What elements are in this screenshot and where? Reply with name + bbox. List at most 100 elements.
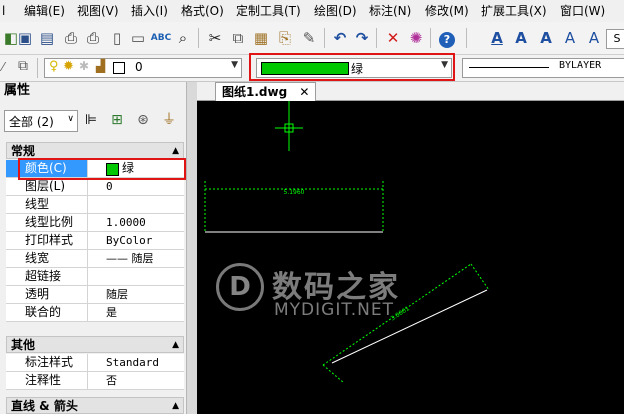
dimension-horizontal[interactable]: 5.1960: [204, 181, 384, 233]
paste-icon[interactable]: ▦: [250, 27, 272, 49]
menu-custom-tools[interactable]: 定制工具(T): [236, 0, 301, 22]
menu-draw[interactable]: 绘图(D): [314, 0, 357, 22]
text-find-icon[interactable]: A: [583, 27, 605, 49]
spellcheck-icon[interactable]: ABC: [150, 27, 172, 49]
lock-icon: ▟: [96, 59, 106, 73]
palette-title-bar[interactable]: [186, 82, 197, 414]
text-check-icon[interactable]: A: [559, 27, 581, 49]
toolbar-separator: [466, 28, 467, 48]
property-row-layer[interactable]: 图层(L) 0: [6, 178, 184, 196]
layer-name: 0: [135, 60, 143, 74]
section-other[interactable]: 其他 ▲: [6, 336, 184, 353]
tab-drawing1[interactable]: 图纸1.dwg ✕: [215, 82, 317, 101]
watermark-logo: D: [216, 263, 264, 311]
property-value: 0: [106, 180, 113, 193]
menu-dimension[interactable]: 标注(N): [369, 0, 411, 22]
property-key: 超链接: [6, 268, 88, 285]
menu-insert[interactable]: 插入(I): [131, 0, 168, 22]
erase-icon[interactable]: ✺: [405, 27, 427, 49]
property-row-plot-style[interactable]: 打印样式 ByColor: [6, 232, 184, 250]
property-key: 线宽: [6, 250, 88, 267]
section-lines-arrows-label: 直线 & 箭头: [11, 399, 78, 413]
toolbar-separator: [324, 28, 325, 48]
drawing-tab-strip: 图纸1.dwg ✕: [197, 82, 624, 101]
property-key: 线型比例: [6, 214, 88, 231]
text-edit-icon[interactable]: A: [535, 27, 557, 49]
quick-select-icon[interactable]: ⊛: [133, 110, 153, 130]
extension-line: [470, 263, 490, 291]
menu-format[interactable]: 格式(O): [181, 0, 224, 22]
extension-line: [322, 364, 345, 384]
selection-dropdown[interactable]: 全部 (2) ∨: [4, 110, 78, 132]
menu-window[interactable]: 窗口(W): [560, 0, 605, 22]
menu-overflow-left[interactable]: l: [2, 0, 14, 22]
menu-modify[interactable]: 修改(M): [425, 0, 469, 22]
property-row-transparency[interactable]: 透明 随层: [6, 286, 184, 304]
menu-edit[interactable]: 编辑(E): [24, 0, 65, 22]
cut-icon[interactable]: ✂: [204, 27, 226, 49]
text-icon[interactable]: A: [510, 27, 532, 49]
chevron-down-icon: ∨: [67, 114, 74, 124]
property-key: 标注样式: [6, 354, 88, 371]
property-row-hyperlink[interactable]: 超链接: [6, 268, 184, 286]
toggle-pickadd-icon[interactable]: ⊫: [81, 110, 101, 130]
properties-palette: 属性 全部 (2) ∨ ⊫ ⊞ ⊛ ⏚ 常规 ▲ 颜色(C) 绿 图层(L) 0…: [0, 82, 197, 414]
print-preview-icon[interactable]: ⎙: [82, 27, 104, 49]
menu-bar: l 编辑(E) 视图(V) 插入(I) 格式(O) 定制工具(T) 绘图(D) …: [0, 0, 624, 23]
section-other-label: 其他: [11, 338, 36, 352]
publish-icon[interactable]: ▭: [127, 27, 149, 49]
property-key: 透明: [6, 286, 88, 303]
toolbar-separator: [430, 28, 431, 48]
layer-properties-icon[interactable]: ⧉: [18, 58, 28, 74]
drawing-svg: 5.1960 3.0001: [204, 101, 490, 384]
watermark-en: MYDIGIT.NET: [274, 300, 394, 320]
find-icon[interactable]: ⌕: [172, 27, 194, 49]
property-row-linetype-scale[interactable]: 线型比例 1.0000: [6, 214, 184, 232]
section-general[interactable]: 常规 ▲: [6, 142, 184, 159]
print-icon[interactable]: ⎙: [60, 27, 82, 49]
toolbar-overflow-dropdown[interactable]: S: [606, 29, 624, 49]
menu-view[interactable]: 视图(V): [77, 0, 119, 22]
property-row-associative[interactable]: 联合的 是: [6, 304, 184, 322]
property-key: 联合的: [6, 304, 88, 321]
bulb-icon: ♀: [49, 59, 59, 74]
layer-color-swatch: [113, 62, 125, 74]
palette-title: 属性: [4, 83, 31, 98]
property-key: 注释性: [6, 372, 88, 389]
close-icon[interactable]: ✕: [299, 85, 309, 99]
layer-dropdown[interactable]: ♀ ✹ ✱ ▟ 0 ▼: [44, 58, 242, 78]
delete-icon[interactable]: ✕: [382, 27, 404, 49]
toolbar-separator: [376, 28, 377, 48]
property-value: 否: [106, 374, 117, 387]
text-style-icon[interactable]: A: [486, 27, 508, 49]
toolbar-separator: [37, 58, 38, 78]
drawing-canvas[interactable]: 5.1960 3.0001: [197, 101, 624, 414]
chevron-down-icon: ▼: [231, 60, 238, 70]
select-objects-icon[interactable]: ⊞: [107, 110, 127, 130]
property-value: 是: [106, 306, 117, 319]
collapse-icon: ▲: [172, 340, 179, 350]
property-row-annotative[interactable]: 注释性 否: [6, 372, 184, 390]
save-icon[interactable]: ▣: [14, 27, 36, 49]
property-key: 打印样式: [6, 232, 88, 249]
linetype-sample: [469, 67, 549, 68]
property-row-dim-style[interactable]: 标注样式 Standard: [6, 354, 184, 372]
preview-icon[interactable]: ▯: [106, 27, 128, 49]
help-icon[interactable]: ?: [436, 27, 458, 49]
linetype-name: BYLAYER: [559, 60, 602, 71]
property-row-linetype[interactable]: 线型: [6, 196, 184, 214]
property-row-lineweight[interactable]: 线宽 —— 随层: [6, 250, 184, 268]
filter-icon[interactable]: ⏚: [159, 110, 179, 130]
toolbar-grip-icon: ⁄: [2, 60, 5, 74]
linetype-dropdown[interactable]: BYLAYER: [462, 58, 624, 78]
save-as-icon[interactable]: ▤: [36, 27, 58, 49]
paint-brush-icon[interactable]: ✎: [298, 27, 320, 49]
undo-icon[interactable]: ↶: [329, 27, 351, 49]
copy-icon[interactable]: ⧉: [227, 27, 249, 49]
redo-icon[interactable]: ↷: [351, 27, 373, 49]
sun-icon: ✹: [63, 59, 74, 74]
section-lines-arrows[interactable]: 直线 & 箭头 ▲: [6, 397, 184, 414]
menu-extension-tools[interactable]: 扩展工具(X): [481, 0, 547, 22]
property-value: Standard: [106, 356, 159, 369]
match-properties-icon[interactable]: ⎘: [274, 27, 296, 49]
